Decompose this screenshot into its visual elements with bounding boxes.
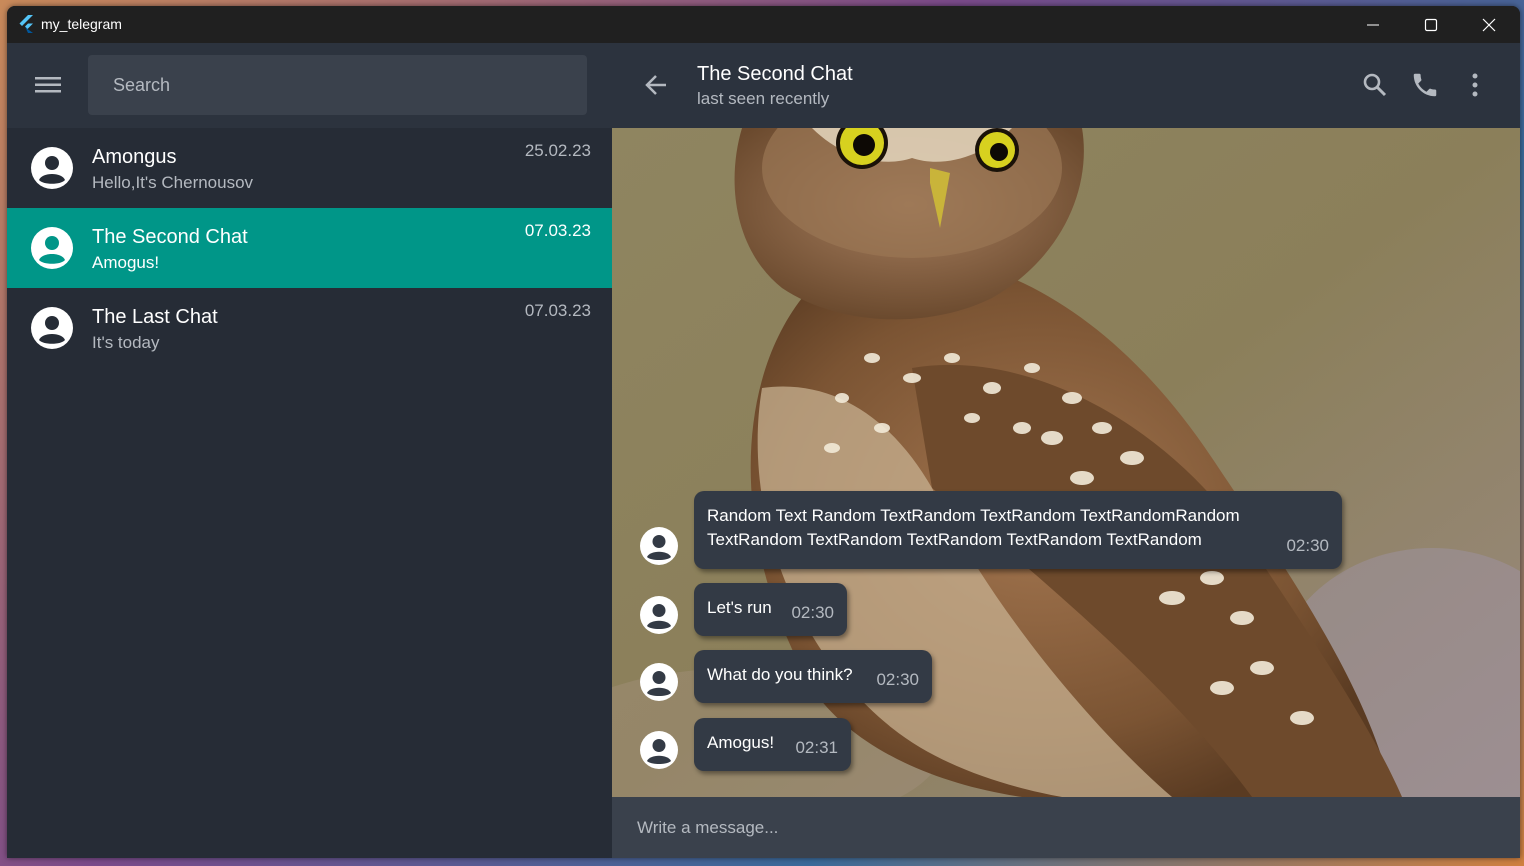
more-options-button[interactable] (1460, 70, 1490, 100)
message-bubble[interactable]: Amogus! 02:31 (694, 718, 851, 771)
chat-list-sidebar: Amongus Hello,It's Chernousov 25.02.23 T… (7, 43, 612, 858)
phone-icon (1413, 73, 1437, 97)
message-bubble[interactable]: Random Text Random TextRandom TextRandom… (694, 491, 1342, 569)
message-time: 02:30 (1286, 536, 1329, 555)
search-box (88, 55, 587, 115)
hamburger-menu-button[interactable] (35, 75, 61, 95)
account-circle-icon (31, 147, 73, 189)
chat-preview: Hello,It's Chernousov (92, 173, 254, 192)
message-text-line: Random Text Random TextRandom TextRandom… (707, 506, 1240, 525)
window-title: my_telegram (41, 16, 122, 32)
account-circle-icon (640, 731, 678, 769)
flutter-logo-icon (17, 15, 35, 33)
message-time: 02:31 (795, 738, 838, 757)
message-bubble[interactable]: What do you think? 02:30 (694, 650, 932, 703)
account-circle-icon (31, 227, 73, 269)
message-bubble[interactable]: Let's run 02:30 (694, 583, 847, 636)
message-input[interactable] (612, 797, 1497, 858)
message-text: Amogus! (707, 733, 775, 752)
chat-preview: Amogus! (92, 253, 160, 272)
search-icon (1363, 73, 1387, 97)
account-circle-icon (640, 663, 678, 701)
close-icon (1482, 18, 1496, 32)
close-button[interactable] (1460, 6, 1518, 43)
call-button[interactable] (1410, 70, 1440, 100)
message-text-line: TextRandom TextRandom TextRandom TextRan… (707, 530, 1202, 549)
message-compose-bar (612, 797, 1520, 858)
chat-status: last seen recently (697, 89, 830, 108)
more-vert-icon (1472, 73, 1478, 97)
sidebar-header (7, 43, 612, 128)
account-circle-icon (640, 527, 678, 565)
title-bar: my_telegram (7, 6, 1520, 43)
hamburger-menu-icon (35, 77, 61, 93)
back-button[interactable] (642, 70, 672, 100)
account-circle-icon (640, 596, 678, 634)
message-time: 02:30 (876, 670, 919, 689)
search-button[interactable] (1360, 70, 1390, 100)
maximize-button[interactable] (1402, 6, 1460, 43)
message-text: Let's run (707, 598, 772, 617)
chat-name: Amongus (92, 146, 177, 168)
chat-title: The Second Chat (697, 63, 853, 85)
minimize-button[interactable] (1344, 6, 1402, 43)
chat-item-the-second-chat[interactable]: The Second Chat Amogus! 07.03.23 (7, 208, 612, 288)
chat-background: Random Text Random TextRandom TextRandom… (612, 128, 1520, 797)
chat-item-amongus[interactable]: Amongus Hello,It's Chernousov 25.02.23 (7, 128, 612, 208)
maximize-icon (1424, 18, 1438, 32)
chat-date: 07.03.23 (524, 301, 591, 320)
chat-date: 25.02.23 (524, 141, 591, 160)
account-circle-icon (31, 307, 73, 349)
chat-header: The Second Chat last seen recently (612, 43, 1520, 128)
chat-panel: The Second Chat last seen recently Rando… (612, 43, 1520, 858)
chat-preview: It's today (92, 333, 160, 352)
chat-name: The Second Chat (92, 226, 248, 248)
app-window: my_telegram Search Amongus Hello,It's Ch… (7, 6, 1520, 858)
message-time: 02:30 (791, 603, 834, 622)
chat-name: The Last Chat (92, 306, 218, 328)
chat-item-the-last-chat[interactable]: The Last Chat It's today 07.03.23 (7, 288, 612, 368)
search-input[interactable] (88, 55, 573, 115)
message-text: Random Text Random TextRandom TextRandom… (707, 504, 1240, 552)
minimize-icon (1367, 24, 1379, 26)
back-arrow-icon (645, 75, 666, 95)
message-text: What do you think? (707, 665, 853, 684)
chat-date: 07.03.23 (524, 221, 591, 240)
